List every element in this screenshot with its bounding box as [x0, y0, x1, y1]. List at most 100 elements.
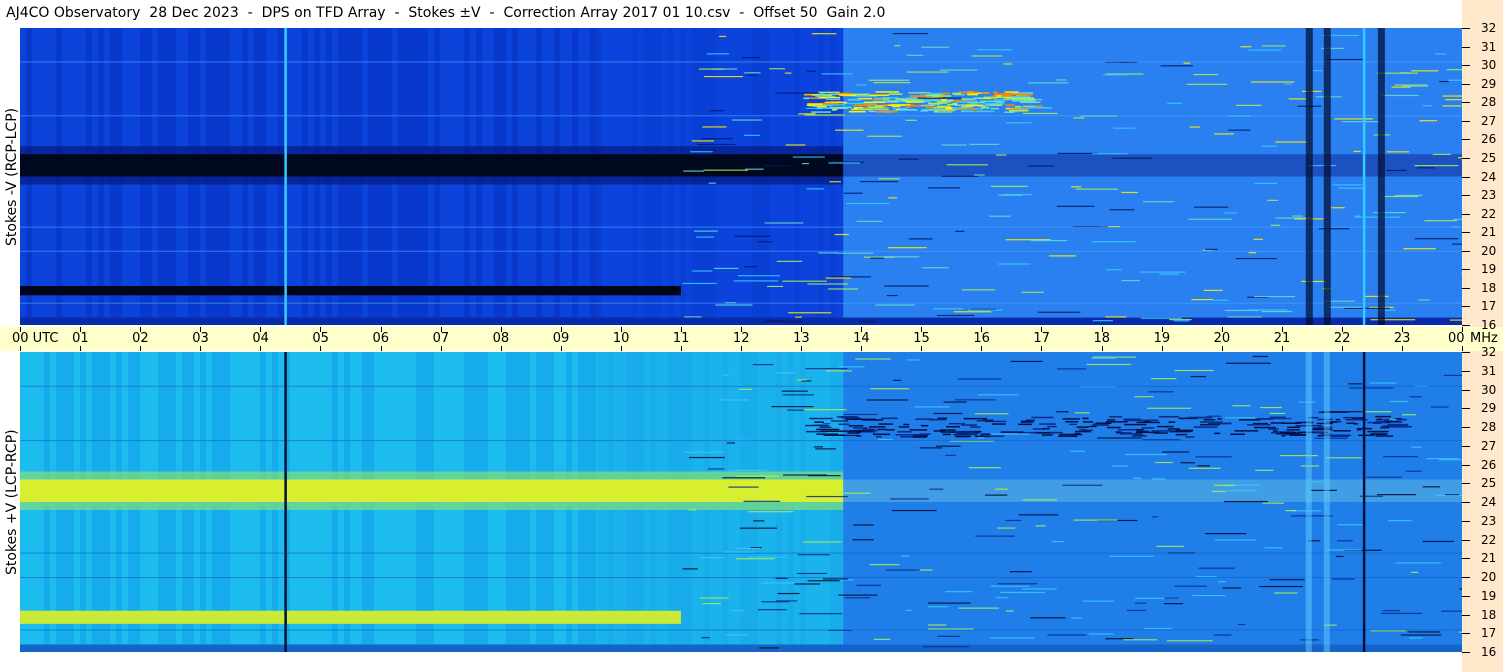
y-tick-label: 23 [1481, 513, 1497, 528]
y-tick-label: 31 [1481, 363, 1497, 378]
rfi-streak [1057, 368, 1087, 370]
rfi-streak [1074, 412, 1090, 414]
emission-streak [1078, 428, 1087, 431]
rfi-streak [1088, 633, 1114, 635]
emission-streak [838, 423, 850, 426]
rfi-streak [771, 406, 814, 408]
rfi-streak [781, 390, 808, 392]
rfi-streak [873, 81, 911, 84]
rfi-streak [1195, 456, 1232, 458]
rfi-streak [825, 370, 852, 372]
emission-streak [976, 420, 985, 422]
emission-streak [816, 106, 828, 108]
rfi-streak [1332, 184, 1362, 186]
rfi-streak [1405, 470, 1422, 472]
emission-streak [869, 94, 890, 96]
emission-streak [1230, 433, 1245, 436]
emission-streak [1234, 430, 1259, 432]
x-tick-mark [1462, 346, 1463, 351]
rfi-streak [1151, 478, 1165, 480]
rfi-streak [998, 263, 1031, 265]
rfi-streak [1245, 309, 1288, 311]
rfi-streak [953, 311, 992, 313]
emission-streak [1272, 430, 1278, 432]
emission-streak [905, 106, 911, 108]
emission-streak [897, 431, 912, 433]
rfi-streak [973, 174, 985, 176]
rfi-streak [706, 53, 729, 55]
rfi-streak [1143, 201, 1175, 203]
emission-streak [951, 103, 958, 105]
rfi-streak [1253, 238, 1263, 240]
rfi-streak [1238, 623, 1246, 626]
rfi-streak [940, 69, 978, 71]
rfi-streak [1411, 446, 1422, 448]
emission-streak [1269, 416, 1286, 419]
emission-streak [980, 92, 991, 94]
rfi-streak [1335, 555, 1344, 558]
floor-band [20, 644, 1462, 652]
rfi-streak [1254, 295, 1295, 298]
rfi-streak [906, 359, 920, 361]
rfi-streak [1140, 317, 1182, 319]
dark-column [1323, 28, 1331, 325]
emission-streak [1115, 431, 1122, 433]
emission-streak [969, 426, 981, 428]
rfi-streak [1203, 289, 1223, 291]
rfi-streak [699, 597, 729, 599]
rfi-streak [1418, 299, 1431, 301]
rfi-streak [796, 572, 827, 575]
rfi-streak [725, 634, 749, 636]
emission-streak [1387, 423, 1408, 426]
emission-streak [1168, 421, 1176, 423]
rfi-streak [844, 597, 871, 599]
rfi-streak [1192, 594, 1226, 597]
rfi-streak [828, 162, 861, 164]
second-band [20, 286, 681, 296]
rfi-streak [1092, 241, 1136, 243]
rfi-streak [688, 509, 697, 511]
emission-streak [1370, 433, 1388, 435]
rfi-streak [1338, 187, 1367, 189]
rfi-streak [1030, 617, 1066, 619]
rfi-streak [977, 49, 1012, 51]
rfi-streak [747, 74, 758, 76]
rfi-streak [1326, 58, 1366, 61]
rfi-streak [1255, 469, 1274, 471]
rfi-streak [1376, 494, 1416, 496]
rfi-streak [1180, 462, 1196, 464]
rfi-streak [875, 304, 915, 306]
rfi-streak [888, 197, 898, 199]
emission-streak [1353, 423, 1359, 425]
x-tick-mark [620, 346, 622, 351]
emission-streak [1031, 416, 1054, 419]
emission-streak [1047, 425, 1057, 428]
x-tick-mark [1101, 346, 1103, 351]
emission-streak [861, 419, 884, 421]
rfi-streak [1260, 406, 1282, 409]
emission-streak [966, 104, 984, 107]
y-tick-label: 17 [1481, 299, 1497, 314]
rfi-streak [1364, 295, 1389, 298]
rfi-streak [989, 215, 1011, 217]
emission-streak [1375, 415, 1392, 418]
rfi-streak [807, 283, 849, 285]
rfi-streak [1337, 524, 1366, 526]
y-tick-mark [1462, 577, 1470, 578]
rfi-streak [1301, 280, 1326, 283]
emission-streak [820, 430, 844, 432]
y-tick-label: 32 [1481, 345, 1497, 359]
x-tick-mark [380, 346, 382, 351]
emission-streak [903, 423, 910, 426]
rfi-streak [1430, 406, 1449, 408]
y-tick-label: 32 [1481, 21, 1497, 35]
rfi-streak [821, 73, 853, 75]
emission-streak [1187, 416, 1208, 419]
emission-streak [1247, 424, 1271, 426]
emission-streak [1022, 105, 1035, 108]
emission-streak [875, 111, 898, 113]
rfi-streak [1082, 600, 1114, 602]
emission-streak [1367, 430, 1389, 433]
rfi-streak [1121, 191, 1138, 194]
emission-streak [856, 431, 862, 433]
